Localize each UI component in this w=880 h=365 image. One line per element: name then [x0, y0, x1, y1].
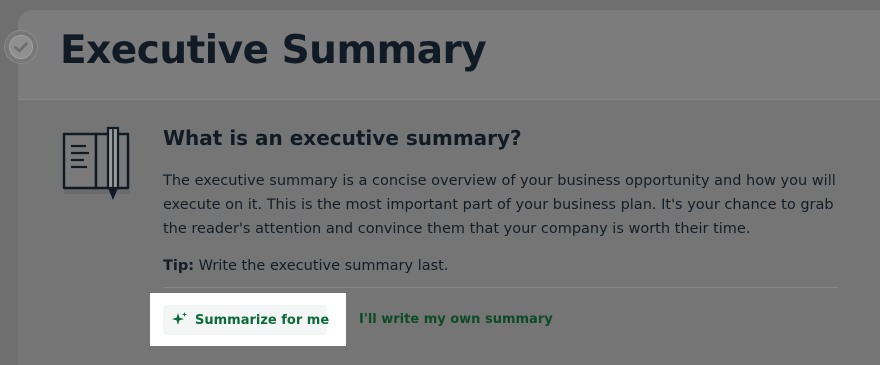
tip-text: Tip: Write the executive summary last. [163, 258, 448, 274]
book-pencil-icon [58, 124, 136, 204]
section-description: The executive summary is a concise overv… [163, 173, 836, 237]
write-own-summary-link[interactable]: I'll write my own summary [359, 312, 553, 327]
summarize-button[interactable]: Summarize for me [163, 305, 330, 335]
page-title: Executive Summary [60, 28, 487, 73]
tip-label: Tip: [163, 258, 195, 274]
check-circle-icon [4, 30, 38, 64]
sparkle-icon [171, 311, 189, 329]
tip-body: Write the executive summary last. [194, 258, 449, 274]
summarize-button-label: Summarize for me [195, 312, 330, 328]
divider [163, 287, 838, 288]
section-heading: What is an executive summary? [163, 126, 522, 150]
